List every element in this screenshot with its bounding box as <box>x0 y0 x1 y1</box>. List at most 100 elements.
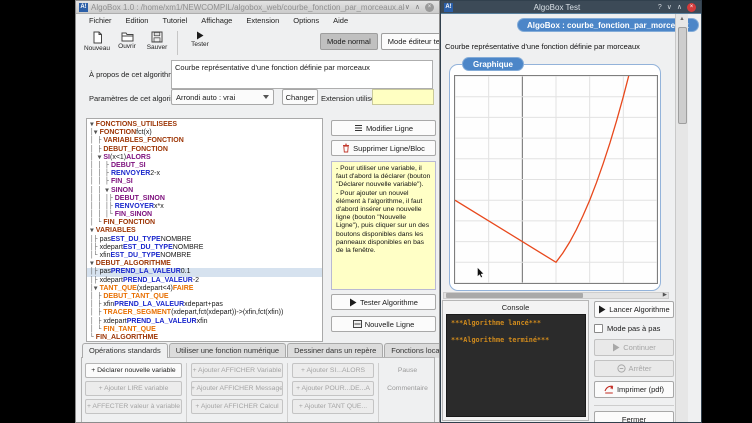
tree-branch-icon: ▼ <box>90 227 94 235</box>
tree-row[interactable]: │ ├TRACER_SEGMENT (xdepart,fct(xdepart))… <box>87 309 322 317</box>
tester-button[interactable]: Tester <box>185 29 215 48</box>
scrollbar-thumb[interactable] <box>678 27 687 124</box>
pause-button[interactable]: Pause <box>383 363 432 378</box>
fermer-button[interactable]: Fermer <box>594 411 674 423</box>
minimize-button[interactable]: ∨ <box>405 3 410 11</box>
imprimer-pdf-button[interactable]: Imprimer (pdf) <box>594 381 674 398</box>
menu-tutoriel[interactable]: Tutoriel <box>155 15 194 26</box>
params-select[interactable]: Arrondi auto : vrai <box>171 89 274 105</box>
right-titlebar[interactable]: A! AlgoBox Test ?∨∧× <box>441 1 701 14</box>
menu-affichage[interactable]: Affichage <box>194 15 239 26</box>
lancer-algorithme-button[interactable]: Lancer Algorithme <box>594 301 674 318</box>
mode-editeur-texte-button[interactable]: Mode éditeur texte <box>381 33 440 50</box>
declarer-nouvelle-variable-button[interactable]: + Déclarer nouvelle variable <box>85 363 182 378</box>
graph-horizontal-scrollbar[interactable]: ▶ <box>443 292 669 299</box>
nouvelle-ligne-button[interactable]: Nouvelle Ligne <box>331 316 436 332</box>
menu-extension[interactable]: Extension <box>239 15 286 26</box>
tree-row[interactable]: │ ├xdepart PREND_LA_VALEUR xfin <box>87 318 322 326</box>
algobox-main-window: A! AlgoBox 1.0 : /home/xm1/NEWCOMPIL/alg… <box>75 0 440 423</box>
affecter-valeur-a-variable-button[interactable]: + AFFECTER valeur à variable <box>85 399 182 414</box>
ajouter-lire-variable-button[interactable]: + Ajouter LIRE variable <box>85 381 182 396</box>
tab-fonctions-locales[interactable]: Fonctions locales <box>384 343 440 358</box>
extension-input[interactable] <box>372 89 434 105</box>
tree-row[interactable]: │└xfin EST_DU_TYPE NOMBRE <box>87 252 322 260</box>
tree-row[interactable]: │ │ │└FIN_SINON <box>87 211 322 219</box>
maximize-button[interactable]: ∧ <box>677 3 682 11</box>
ajouter-tant-que-button[interactable]: + Ajouter TANT QUE... <box>292 399 374 414</box>
ajouter-afficher-message-button[interactable]: + Ajouter AFFICHER Message <box>191 381 283 396</box>
tree-row[interactable]: │▼FONCTION fct(x) <box>87 129 322 137</box>
mode-normal-button[interactable]: Mode normal <box>320 33 378 50</box>
console-line: ***Algorithme terminé*** <box>451 336 581 344</box>
tree-token: 2-x <box>150 170 160 178</box>
tree-row[interactable]: │ ├DEBUT_FONCTION <box>87 146 322 154</box>
algorithm-tree[interactable]: ▼FONCTIONS_UTILISEES│▼FONCTION fct(x)│ ├… <box>86 118 323 342</box>
window-vertical-scrollbar[interactable]: ▲ <box>675 14 688 423</box>
tree-row[interactable]: │ ├VARIABLES_FONCTION <box>87 137 322 145</box>
arreter-button[interactable]: Arrêter <box>594 360 674 377</box>
tree-row[interactable]: │ ├DEBUT_TANT_QUE <box>87 293 322 301</box>
nouveau-button[interactable]: Nouveau <box>82 29 112 52</box>
tree-row[interactable]: │ │ ├DEBUT_SI <box>87 162 322 170</box>
tree-row[interactable]: │ ▼SI (x<1) ALORS <box>87 154 322 162</box>
tree-branch-icon: │ ├ <box>90 146 101 154</box>
scroll-right-icon[interactable]: ▶ <box>663 292 667 298</box>
maximize-button[interactable]: ∧ <box>415 3 420 11</box>
tab-dessiner-dans-un-repere[interactable]: Dessiner dans un repère <box>287 343 383 358</box>
tree-row[interactable]: │├xdepart PREND_LA_VALEUR -2 <box>87 277 322 285</box>
ajouter-afficher-calcul-button[interactable]: + Ajouter AFFICHER Calcul <box>191 399 283 414</box>
tree-token: FIN_SINON <box>115 211 152 219</box>
tree-row[interactable]: │ │ │├RENVOYER x*x <box>87 203 322 211</box>
modifier-ligne-button[interactable]: Modifier Ligne <box>331 120 436 136</box>
close-button[interactable]: × <box>687 3 696 12</box>
tester-algorithme-button[interactable]: Tester Algorithme <box>331 294 436 310</box>
tree-branch-icon: └ <box>90 334 94 342</box>
ajouter-afficher-variable-button[interactable]: + Ajouter AFFICHER Variable <box>191 363 283 378</box>
ouvrir-button[interactable]: Ouvrir <box>112 29 142 50</box>
left-titlebar[interactable]: A! AlgoBox 1.0 : /home/xm1/NEWCOMPIL/alg… <box>76 1 439 14</box>
tree-row[interactable]: │├pas EST_DU_TYPE NOMBRE <box>87 236 322 244</box>
tree-token: pas <box>100 268 111 276</box>
tree-row[interactable]: │ ├xfin PREND_LA_VALEUR xdepart+pas <box>87 301 322 309</box>
minimize-button[interactable]: ∨ <box>667 3 672 11</box>
tree-row[interactable]: │ │ ├FIN_SI <box>87 178 322 186</box>
about-textarea[interactable]: Courbe représentative d'une fonction déf… <box>171 60 433 89</box>
tree-row[interactable]: │├pas PREND_LA_VALEUR 0.1 <box>87 268 322 276</box>
tab-operations-standards[interactable]: Opérations standards <box>82 343 168 358</box>
tree-row[interactable]: ▼VARIABLES <box>87 227 322 235</box>
supprimer-ligne-button[interactable]: Supprimer Ligne/Bloc <box>331 140 436 156</box>
scroll-up-icon[interactable]: ▲ <box>676 14 688 24</box>
menu-aide[interactable]: Aide <box>326 15 355 26</box>
modifier-ligne-label: Modifier Ligne <box>366 124 413 133</box>
action-column: + Déclarer nouvelle variable + Ajouter LI… <box>85 363 182 423</box>
tree-row[interactable]: ▼DEBUT_ALGORITHME <box>87 260 322 268</box>
tree-token: NOMBRE <box>173 244 204 252</box>
tree-row[interactable]: │├xdepart EST_DU_TYPE NOMBRE <box>87 244 322 252</box>
tree-row[interactable]: │ │ │├DEBUT_SINON <box>87 195 322 203</box>
menu-edition[interactable]: Edition <box>119 15 156 26</box>
tree-row[interactable]: └FIN_ALGORITHME <box>87 334 322 342</box>
tab-utiliser-une-fonction-numerique[interactable]: Utiliser une fonction numérique <box>169 343 286 358</box>
tree-token: (xdepart<4) <box>137 285 173 293</box>
ajouter-si-alors-button[interactable]: + Ajouter SI...ALORS <box>292 363 374 378</box>
play-icon <box>612 343 620 352</box>
tree-row[interactable]: │▼TANT_QUE (xdepart<4) FAIRE <box>87 285 322 293</box>
tree-row[interactable]: │ └FIN_FONCTION <box>87 219 322 227</box>
menu-fichier[interactable]: Fichier <box>82 15 119 26</box>
sauver-button[interactable]: Sauver <box>142 29 172 51</box>
tree-row[interactable]: │ │ ├RENVOYER 2-x <box>87 170 322 178</box>
menu-options[interactable]: Options <box>286 15 326 26</box>
help-button[interactable]: ? <box>658 4 662 11</box>
continuer-button[interactable]: Continuer <box>594 339 674 356</box>
scrollbar-thumb[interactable] <box>446 293 583 298</box>
ajouter-pour-de-a-button[interactable]: + Ajouter POUR...DE...A <box>292 381 374 396</box>
commentaire-button[interactable]: Commentaire <box>383 381 432 396</box>
tree-row[interactable]: │ │ ▼SINON <box>87 187 322 195</box>
changer-button[interactable]: Changer <box>282 89 318 105</box>
tree-token: ALORS <box>126 154 151 162</box>
close-button[interactable]: × <box>425 3 434 12</box>
checkbox-icon[interactable] <box>594 324 603 333</box>
tree-row[interactable]: │ └FIN_TANT_QUE <box>87 326 322 334</box>
tree-row[interactable]: ▼FONCTIONS_UTILISEES <box>87 121 322 129</box>
mode-pas-a-pas-checkbox[interactable]: Mode pas à pas <box>594 324 674 333</box>
